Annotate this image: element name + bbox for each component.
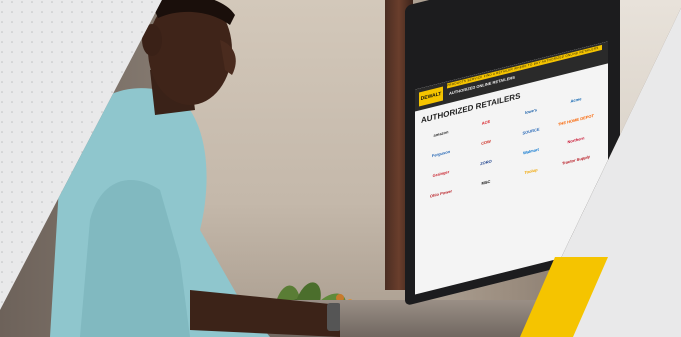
brand-logo: DEWALT [419, 86, 443, 107]
site-nav: PRODUCTS SERVICE FIND A RETAILER WHERE T… [447, 44, 602, 89]
hero-image: DEWALT PRODUCTS SERVICE FIND A RETAILER … [0, 0, 681, 337]
